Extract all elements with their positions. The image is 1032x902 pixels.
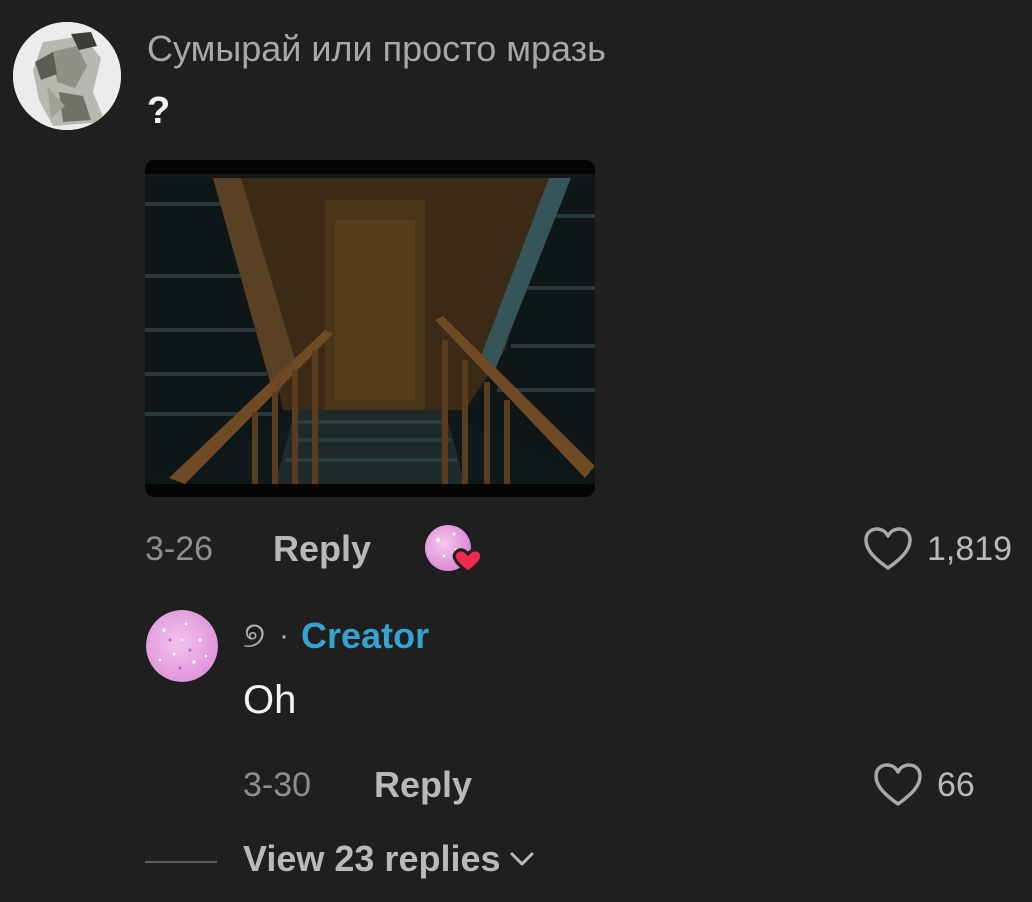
reply-like-button[interactable]: 66 [873,762,975,808]
comment-username[interactable]: Сумырай или просто мразь [147,28,606,70]
comment-attachment-image[interactable] [145,160,595,497]
chevron-down-icon [510,852,534,866]
separator-dot: · [279,618,290,652]
creator-liked-badge [424,522,484,576]
creator-avatar-heart-icon [425,525,484,574]
comment-like-button[interactable]: 1,819 [863,526,1012,572]
reply-like-count: 66 [937,765,975,804]
view-replies-button[interactable]: View 23 replies [243,838,537,880]
creator-badge: Creator [301,614,430,656]
comment-date: 3-26 [145,530,214,568]
like-count: 1,819 [927,529,1013,568]
reply-header: ୭ · Creator [243,614,429,657]
avatar-photo [13,22,121,130]
heart-outline-icon [864,527,912,570]
reply-text: Oh [243,678,297,722]
reply-button[interactable]: Reply [273,528,371,570]
comment-text: ? [147,90,171,132]
glitter-avatar [146,610,218,682]
comment-thread: Сумырай или просто мразь ? 3-26 Reply 1,… [0,0,1032,902]
view-replies-label: View 23 replies [243,838,501,879]
avatar[interactable] [13,22,121,130]
reply-reply-button[interactable]: Reply [374,764,472,806]
reply-date: 3-30 [243,766,312,804]
staircase-photo [145,160,595,497]
reply-username[interactable]: ୭ [243,614,265,657]
reply-avatar[interactable] [146,610,218,682]
divider [145,861,217,863]
heart-outline-icon [874,763,922,806]
